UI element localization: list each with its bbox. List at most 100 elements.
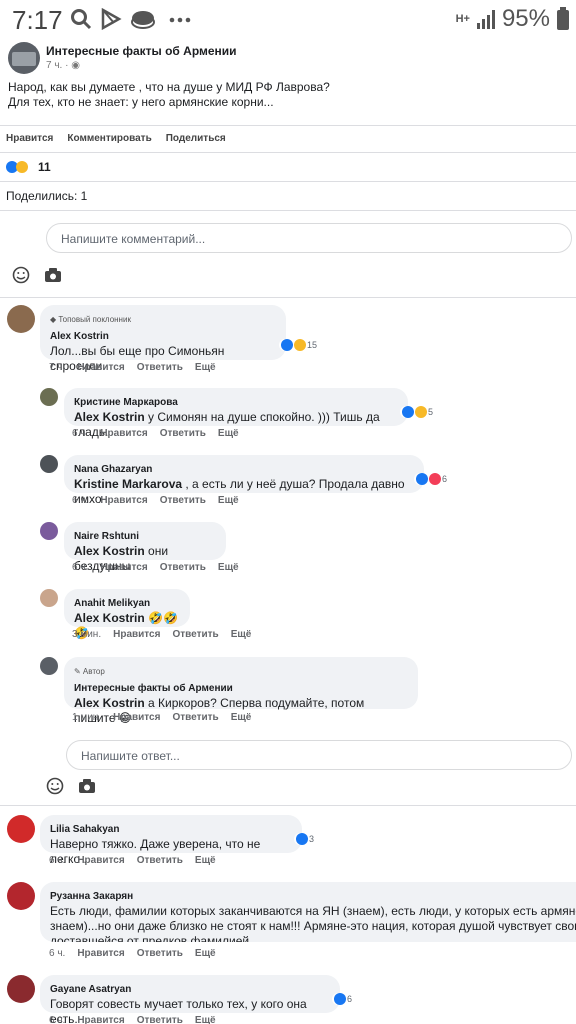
messages-icon — [131, 11, 155, 29]
like-reaction-icon — [281, 339, 293, 351]
like-link[interactable]: Нравится — [77, 855, 124, 866]
reply-link[interactable]: Ответить — [137, 362, 183, 373]
avatar[interactable] — [7, 815, 35, 843]
emoji-icon[interactable] — [12, 266, 30, 284]
reply-input[interactable]: Напишите ответ... — [66, 740, 572, 770]
avatar[interactable] — [40, 522, 58, 540]
comment-text-line-2: знаем)...но они даже близко не стоят к н… — [50, 919, 576, 933]
reply-link[interactable]: Ответить — [160, 562, 206, 573]
comment-mention[interactable]: Alex Kostrin — [74, 410, 145, 424]
status-right: H+ 95% — [456, 5, 570, 33]
reaction-count: 3 — [309, 834, 315, 844]
reply-link[interactable]: Ответить — [160, 428, 206, 439]
comment-author[interactable]: Lilia Sahakyan — [50, 822, 292, 837]
camera-icon[interactable] — [44, 267, 62, 283]
comment-author[interactable]: Anahit Melikyan — [74, 596, 180, 611]
comment-meta: 6 ч. Нравится Ответить Ещё — [49, 948, 216, 959]
author-badge: ✎ Автор — [74, 667, 105, 676]
comment-mention[interactable]: Alex Kostrin — [74, 544, 145, 558]
avatar[interactable] — [40, 589, 58, 607]
comment-author[interactable]: Интересные факты об Армении — [74, 681, 408, 696]
comment-time: 3 мин. — [72, 629, 102, 640]
comment-author[interactable]: Alex Kostrin — [50, 329, 276, 344]
comment-bubble: ✎ Автор Интересные факты об Армении Alex… — [64, 657, 418, 725]
share-button[interactable]: Поделиться — [166, 133, 226, 144]
comment-author[interactable]: Gayane Asatryan — [50, 982, 330, 997]
play-store-icon — [101, 8, 122, 30]
reply-link[interactable]: Ответить — [137, 1015, 183, 1024]
post-text: Народ, как вы думаете , что на душе у МИ… — [8, 80, 568, 110]
more-link[interactable]: Ещё — [195, 362, 216, 373]
comment-mention[interactable]: Kristine Markarova — [74, 477, 182, 491]
comment-meta: 6 ч. Нравится Ответить Ещё — [49, 855, 216, 866]
battery-percent: 95% — [501, 5, 550, 32]
post-line-2: Для тех, кто не знает: у него армянские … — [8, 95, 274, 109]
comment-author[interactable]: Кристине Маркарова — [74, 395, 398, 410]
comment-reactions[interactable]: 6 — [414, 473, 450, 485]
shares-count[interactable]: Поделились: 1 — [6, 189, 87, 203]
like-link[interactable]: Нравится — [77, 1015, 124, 1024]
like-link[interactable]: Нравится — [100, 562, 147, 573]
comment-input[interactable]: Напишите комментарий... — [46, 223, 572, 253]
comment-time: 6 ч. — [49, 855, 66, 866]
comment-reactions[interactable]: 3 — [294, 833, 317, 845]
comment-reactions[interactable]: 15 — [279, 339, 320, 351]
reply-link[interactable]: Ответить — [160, 495, 206, 506]
more-link[interactable]: Ещё — [218, 428, 239, 439]
avatar[interactable] — [40, 657, 58, 675]
comment-bubble: Naire Rshtuni Alex Kostrin они бездушны — [64, 522, 226, 573]
reply-link[interactable]: Ответить — [137, 948, 183, 959]
status-time: 7:17 — [12, 5, 63, 35]
comment-author[interactable]: Nana Ghazaryan — [74, 462, 414, 477]
more-link[interactable]: Ещё — [195, 948, 216, 959]
comment-reactions[interactable]: 5 — [400, 406, 436, 418]
avatar[interactable] — [40, 388, 58, 406]
page-name[interactable]: Интересные факты об Армении — [46, 44, 237, 58]
comment-reactions[interactable]: 6 — [332, 993, 355, 1005]
search-icon — [71, 9, 92, 30]
like-button[interactable]: Нравится — [6, 133, 53, 144]
avatar[interactable] — [40, 455, 58, 473]
like-link[interactable]: Нравится — [77, 362, 124, 373]
comment-meta: 7 ч. Нравится Ответить Ещё — [49, 362, 216, 373]
divider — [0, 297, 576, 298]
comment-author[interactable]: Naire Rshtuni — [74, 529, 216, 544]
like-link[interactable]: Нравится — [77, 948, 124, 959]
comment-meta: 6 ч. Нравится Ответить Ещё — [72, 562, 239, 573]
comment-mention[interactable]: Alex Kostrin — [74, 611, 145, 625]
more-link[interactable]: Ещё — [231, 712, 252, 723]
comment-button[interactable]: Комментировать — [67, 133, 151, 144]
post-header: Интересные факты об Армении 7 ч. · ◉ — [8, 42, 568, 74]
avatar[interactable] — [7, 305, 35, 333]
top-fan-badge: ◆ Топовый поклонник — [50, 315, 131, 324]
avatar[interactable] — [7, 975, 35, 1003]
emoji-icon[interactable] — [46, 777, 64, 795]
comment-bubble: ◆ Топовый поклонник Alex Kostrin Лол...в… — [40, 305, 286, 373]
more-link[interactable]: Ещё — [231, 629, 252, 640]
more-link[interactable]: Ещё — [195, 855, 216, 866]
page-avatar[interactable] — [8, 42, 40, 74]
more-link[interactable]: Ещё — [195, 1015, 216, 1024]
reply-link[interactable]: Ответить — [137, 855, 183, 866]
like-link[interactable]: Нравится — [100, 428, 147, 439]
comment-meta: 6 ч. Нравится Ответить Ещё — [72, 495, 239, 506]
comment-mention[interactable]: Alex Kostrin — [74, 696, 145, 710]
avatar[interactable] — [7, 882, 35, 910]
more-link[interactable]: Ещё — [218, 562, 239, 573]
comment-bubble: Кристине Маркарова Alex Kostrin у Симоня… — [64, 388, 408, 439]
like-link[interactable]: Нравится — [113, 712, 160, 723]
network-type: H+ — [455, 12, 470, 25]
comment-text-line-1: Есть люди, фамилии которых заканчиваются… — [50, 904, 576, 918]
reply-link[interactable]: Ответить — [172, 712, 218, 723]
more-link[interactable]: Ещё — [218, 495, 239, 506]
comment-author[interactable]: Рузанна Закарян — [50, 889, 566, 904]
comment-time: 7 ч. — [49, 362, 66, 373]
reaction-count: 5 — [428, 407, 434, 417]
more-icon — [169, 17, 191, 23]
like-link[interactable]: Нравится — [113, 629, 160, 640]
like-link[interactable]: Нравится — [100, 495, 147, 506]
post-reactions[interactable]: 11 — [6, 160, 51, 174]
reply-link[interactable]: Ответить — [172, 629, 218, 640]
battery-icon — [557, 7, 569, 30]
camera-icon[interactable] — [78, 778, 96, 794]
